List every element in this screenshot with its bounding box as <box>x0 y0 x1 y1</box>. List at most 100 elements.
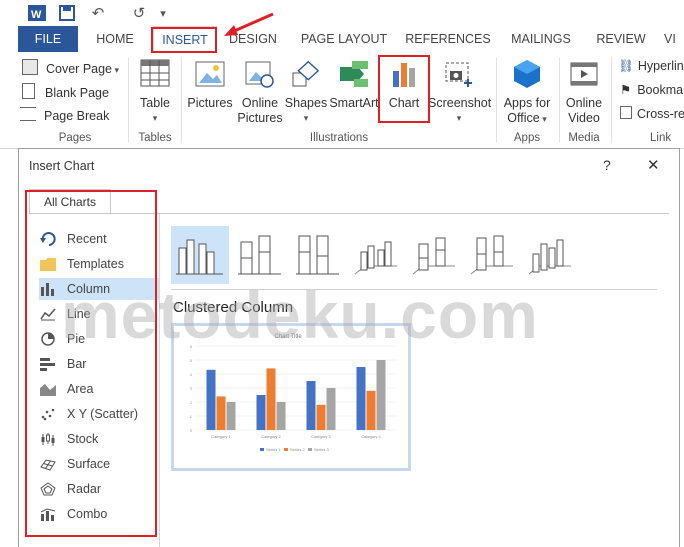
apps-label-1: Apps for <box>503 96 551 110</box>
bookmark-icon: ⚑ <box>620 83 632 97</box>
cross-reference-label: Cross-re <box>637 107 684 121</box>
tab-review[interactable]: REVIEW <box>590 26 652 52</box>
online-pictures-button[interactable]: Online Pictures <box>236 59 284 126</box>
shapes-label: Shapes <box>284 96 328 110</box>
arrow-annotation-icon <box>224 12 274 36</box>
pictures-icon <box>195 61 225 87</box>
tab-references[interactable]: REFERENCES <box>402 26 494 52</box>
cover-page-button[interactable]: Cover Page ▾ <box>22 59 119 76</box>
smartart-button[interactable]: SmartArt <box>329 59 379 111</box>
group-divider <box>611 57 612 143</box>
screenshot-icon <box>445 62 472 87</box>
blank-page-label: Blank Page <box>45 86 109 100</box>
preview-legend-swatch <box>308 448 312 451</box>
online-pictures-label-2: Pictures <box>237 111 283 125</box>
redo-icon[interactable]: ↺ <box>128 3 150 23</box>
chart-button-highlight <box>378 55 430 123</box>
smartart-label: SmartArt <box>329 96 379 110</box>
page-break-button[interactable]: Page Break <box>20 107 109 123</box>
stacked-100-column-icon <box>296 235 339 275</box>
tab-file[interactable]: FILE <box>18 26 78 52</box>
stacked-column-icon <box>238 235 281 275</box>
subtype-3d-stacked-column[interactable] <box>409 230 459 280</box>
customize-toolbar-icon[interactable]: ▾ <box>156 3 170 23</box>
subtype-3d-100-stacked-column[interactable] <box>467 230 517 280</box>
group-divider <box>559 57 560 143</box>
pages-group-label: Pages <box>58 132 92 144</box>
preview-x-tick-label: Category 1 <box>211 434 231 439</box>
preview-x-tick-label: Category 4 <box>361 434 381 439</box>
page-break-label: Page Break <box>44 109 110 123</box>
ribbon-body: Cover Page ▾ Blank Page Page Break Pages… <box>0 53 684 149</box>
screenshot-label: Screenshot <box>428 96 492 110</box>
apps-group-label: Apps <box>513 132 541 144</box>
bookmark-button[interactable]: ⚑ Bookma <box>620 82 683 97</box>
help-button[interactable]: ? <box>603 157 611 173</box>
shapes-button[interactable]: Shapes ▾ <box>284 59 328 126</box>
column-3d-stacked-icon <box>412 237 455 275</box>
hyperlink-label: Hyperlin <box>637 59 684 73</box>
subtype-3d-clustered-column[interactable] <box>351 230 401 280</box>
online-video-label-1: Online <box>565 96 603 110</box>
preview-bar <box>306 381 316 430</box>
hyperlink-icon: ⛓ <box>618 59 634 73</box>
preview-bar <box>356 367 366 430</box>
preview-y-tick-label: 4 <box>190 372 193 377</box>
preview-bar <box>326 388 336 430</box>
subtype-100-stacked-column[interactable] <box>293 230 343 280</box>
apps-for-office-button[interactable]: Apps for Office ▾ <box>500 59 554 127</box>
ribbon-tabs: FILE HOME INSERT DESIGN PAGE LAYOUT REFE… <box>0 26 684 54</box>
apps-label-2: Office <box>507 111 540 125</box>
word-logo-icon[interactable]: W <box>28 3 46 23</box>
online-pictures-icon <box>245 61 274 88</box>
group-divider <box>128 57 129 143</box>
table-button[interactable]: Table ▾ <box>133 59 177 126</box>
smartart-icon <box>340 61 368 87</box>
save-icon[interactable] <box>58 3 76 23</box>
online-pictures-label-1: Online <box>241 96 279 110</box>
pictures-button[interactable]: Pictures <box>186 59 234 111</box>
cross-reference-button[interactable]: Cross-re <box>620 106 684 121</box>
category-list-highlight <box>25 190 157 537</box>
tab-home[interactable]: HOME <box>86 26 144 52</box>
bookmark-label: Bookma <box>637 83 684 97</box>
tab-mailings[interactable]: MAILINGS <box>503 26 579 52</box>
preview-legend-label: Series 1 <box>266 447 281 452</box>
hyperlink-button[interactable]: ⛓ Hyperlin <box>618 59 684 74</box>
table-icon <box>140 59 170 87</box>
preview-legend-label: Series 2 <box>290 447 305 452</box>
cover-page-label: Cover Page <box>46 62 113 76</box>
media-group-label: Media <box>568 132 600 144</box>
subtype-stacked-column[interactable] <box>235 230 285 280</box>
online-video-button[interactable]: Online Video <box>562 59 606 126</box>
preview-x-tick-label: Category 3 <box>311 434 331 439</box>
clustered-column-icon <box>176 239 223 275</box>
svg-text:W: W <box>31 9 42 21</box>
close-button[interactable]: ✕ <box>647 156 660 174</box>
blank-page-button[interactable]: Blank Page <box>22 83 109 100</box>
tab-view[interactable]: VI <box>664 26 684 52</box>
illustrations-group-label: Illustrations <box>309 132 369 144</box>
tab-page-layout[interactable]: PAGE LAYOUT <box>294 26 394 52</box>
preview-bar <box>276 402 286 430</box>
preview-bar <box>366 390 376 430</box>
apps-for-office-icon <box>514 60 540 88</box>
subtype-clustered-column[interactable] <box>171 226 229 284</box>
undo-icon[interactable]: ↶ <box>87 3 109 23</box>
links-group-label: Link <box>650 132 672 144</box>
preview-bar <box>226 402 236 430</box>
preview-x-tick-label: Category 2 <box>261 434 281 439</box>
preview-bar <box>256 395 266 430</box>
preview-bar <box>266 368 276 430</box>
preview-legend-swatch <box>284 448 288 451</box>
page-break-icon <box>20 107 36 121</box>
preview-y-tick-label: 5 <box>190 358 193 363</box>
pictures-label: Pictures <box>187 96 233 110</box>
cover-page-icon <box>22 59 38 75</box>
preview-legend-swatch <box>260 448 264 451</box>
subtype-3d-column[interactable] <box>525 230 575 280</box>
tables-group-label: Tables <box>138 132 172 144</box>
cross-reference-icon <box>620 106 632 119</box>
preview-bar <box>376 360 386 430</box>
screenshot-button[interactable]: Screenshot ▾ <box>428 59 492 126</box>
